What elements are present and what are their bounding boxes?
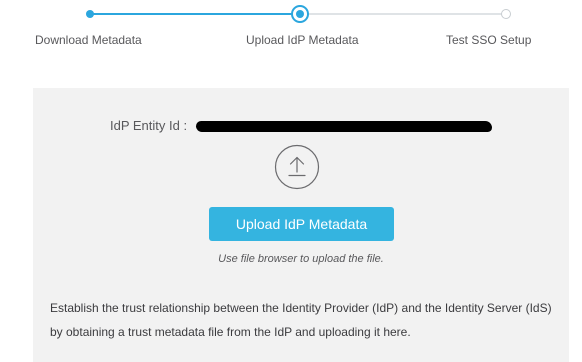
idp-entity-id-value-redacted [196, 121, 492, 132]
stepper-line-completed [90, 13, 300, 15]
upload-arrow-icon[interactable] [274, 144, 320, 190]
progress-stepper: Download Metadata Upload IdP Metadata Te… [0, 0, 582, 60]
step-upload-idp-metadata-dot [291, 5, 309, 23]
upload-idp-metadata-button[interactable]: Upload IdP Metadata [209, 207, 394, 241]
idp-entity-id-row: IdP Entity Id : [33, 118, 569, 138]
step-test-sso-setup-dot [501, 9, 511, 19]
upload-metadata-panel: IdP Entity Id : Upload IdP Metadata Use … [33, 88, 569, 362]
sso-setup-page: Download Metadata Upload IdP Metadata Te… [0, 0, 582, 362]
step-download-metadata-dot [86, 10, 94, 18]
idp-entity-id-label: IdP Entity Id : [110, 118, 188, 133]
stepper-line-remaining [300, 13, 506, 15]
trust-relationship-description: Establish the trust relationship between… [50, 301, 552, 339]
step-download-metadata-label: Download Metadata [35, 33, 142, 47]
step-test-sso-setup-label: Test SSO Setup [446, 33, 532, 47]
step-upload-idp-metadata-label: Upload IdP Metadata [246, 33, 359, 47]
upload-hint-text: Use file browser to upload the file. [218, 253, 384, 265]
